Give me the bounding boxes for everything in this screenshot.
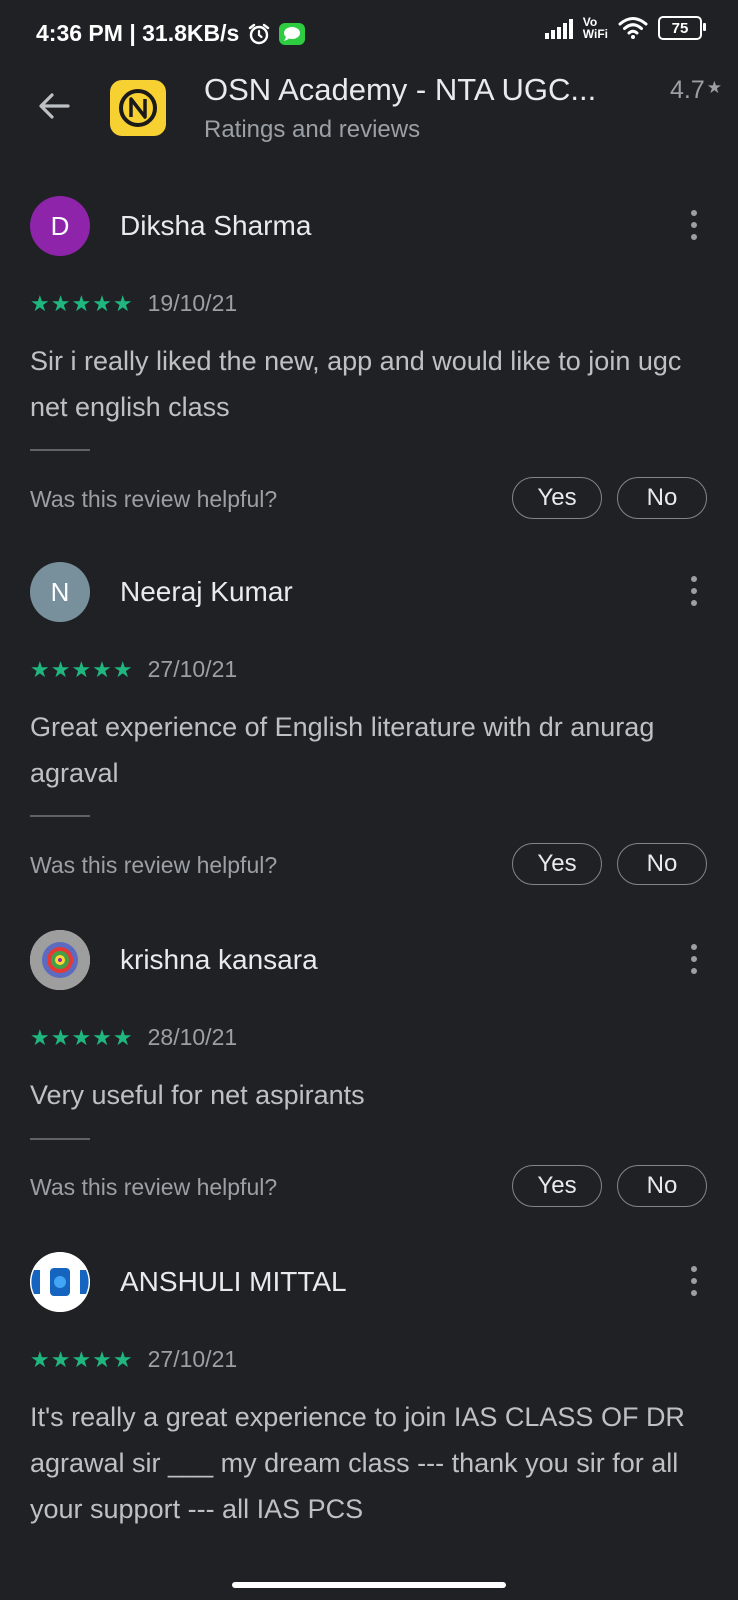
home-indicator[interactable] [232, 1582, 506, 1588]
helpful-question: Was this review helpful? [30, 486, 278, 512]
more-options-icon[interactable] [690, 1266, 698, 1296]
divider [30, 815, 90, 817]
signal-icon [544, 17, 573, 39]
more-options-icon[interactable] [690, 944, 698, 974]
star-rating: ★★★★★ [30, 656, 134, 682]
review-card: krishna kansara ★★★★★ 28/10/21 Very usef… [0, 924, 738, 1246]
app-title: OSN Academy - NTA UGC... [204, 72, 597, 107]
review-card: D Diksha Sharma ★★★★★ 19/10/21 Sir i rea… [0, 190, 738, 556]
app-rating: 4.7 ★ [670, 76, 722, 105]
app-rating-value: 4.7 [669, 76, 705, 104]
avatar-letter: D [50, 210, 70, 241]
reviewer-name: Diksha Sharma [120, 210, 312, 241]
review-text: It's really a great experience to join I… [30, 1402, 685, 1524]
helpful-no-button[interactable]: No [617, 477, 707, 519]
avatar: N [30, 562, 90, 622]
rating-row: ★★★★★ 19/10/21 [30, 290, 237, 317]
review-date: 19/10/21 [147, 290, 238, 316]
reviewer-name: ANSHULI MITTAL [120, 1266, 347, 1297]
star-rating: ★★★★★ [30, 290, 134, 316]
osn-logo-icon [119, 89, 157, 127]
star-rating: ★★★★★ [30, 1346, 134, 1372]
wifi-icon [618, 17, 648, 39]
alarm-icon [249, 23, 270, 44]
page-subtitle: Ratings and reviews [204, 116, 421, 143]
helpful-yes-button[interactable]: Yes [512, 477, 602, 519]
star-rating: ★★★★★ [30, 1024, 134, 1050]
status-time-speed: 4:36 PM | 31.8KB/s [36, 20, 240, 46]
review-date: 27/10/21 [147, 1346, 238, 1372]
star-icon: ★ [706, 78, 722, 97]
battery-icon: 75 [658, 16, 706, 40]
mandala-avatar-icon [30, 930, 90, 990]
helpful-no-button[interactable]: No [617, 843, 707, 885]
more-options-icon[interactable] [690, 576, 698, 606]
profile-avatar-icon [30, 1252, 90, 1312]
app-header: OSN Academy - NTA UGC... Ratings and rev… [0, 64, 738, 174]
vowifi-label: Vo WiFi [583, 16, 608, 40]
app-logo[interactable] [110, 80, 166, 136]
helpful-question: Was this review helpful? [30, 852, 278, 878]
battery-level: 75 [671, 19, 689, 37]
review-date: 27/10/21 [147, 656, 238, 682]
rating-row: ★★★★★ 28/10/21 [30, 1024, 237, 1051]
divider [30, 1138, 90, 1140]
rating-row: ★★★★★ 27/10/21 [30, 656, 237, 683]
review-card: ANSHULI MITTAL ★★★★★ 27/10/21 It's reall… [0, 1246, 738, 1600]
vowifi-bottom: WiFi [582, 27, 608, 41]
divider [30, 449, 90, 451]
review-text: Very useful for net aspirants [30, 1080, 365, 1110]
review-text: Sir i really liked the new, app and woul… [30, 346, 682, 422]
review-text: Great experience of English literature w… [30, 712, 655, 788]
rating-row: ★★★★★ 27/10/21 [30, 1346, 237, 1373]
reviewer-name: krishna kansara [120, 944, 318, 975]
reviewer-name: Neeraj Kumar [120, 576, 293, 607]
more-options-icon[interactable] [690, 210, 698, 240]
message-icon [279, 22, 306, 45]
back-arrow-icon[interactable] [34, 86, 74, 126]
status-bar: 4:36 PM | 31.8KB/s Vo WiFi 75 [0, 0, 738, 64]
status-right: Vo WiFi 75 [544, 16, 706, 40]
avatar: D [30, 196, 90, 256]
screen: 4:36 PM | 31.8KB/s Vo WiFi 75 OSN Academ… [0, 0, 738, 1600]
reviews-list: D Diksha Sharma ★★★★★ 19/10/21 Sir i rea… [0, 190, 738, 1600]
helpful-yes-button[interactable]: Yes [512, 1165, 602, 1207]
avatar-letter: N [50, 576, 70, 607]
review-card: N Neeraj Kumar ★★★★★ 27/10/21 Great expe… [0, 556, 738, 924]
status-left: 4:36 PM | 31.8KB/s [36, 20, 306, 47]
helpful-question: Was this review helpful? [30, 1174, 278, 1200]
avatar [30, 1252, 90, 1312]
helpful-yes-button[interactable]: Yes [512, 843, 602, 885]
review-date: 28/10/21 [147, 1024, 238, 1050]
helpful-no-button[interactable]: No [617, 1165, 707, 1207]
avatar [30, 930, 90, 990]
